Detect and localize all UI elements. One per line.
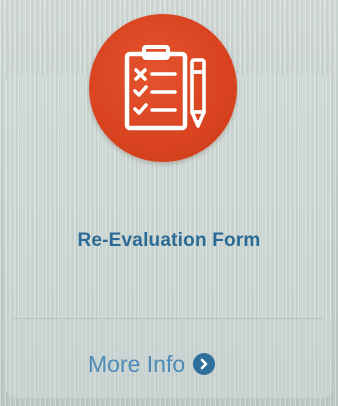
more-info-label: More Info <box>88 350 186 377</box>
footer-divider <box>14 318 324 319</box>
chevron-right-circle-icon <box>193 353 216 375</box>
clipboard-checklist-pencil-icon <box>124 45 206 131</box>
icon-badge[interactable] <box>89 14 237 162</box>
re-evaluation-form-tile[interactable]: Re-Evaluation Form More Info <box>0 0 338 406</box>
tile-title[interactable]: Re-Evaluation Form <box>0 230 338 252</box>
more-info-link[interactable]: More Info <box>88 349 216 379</box>
